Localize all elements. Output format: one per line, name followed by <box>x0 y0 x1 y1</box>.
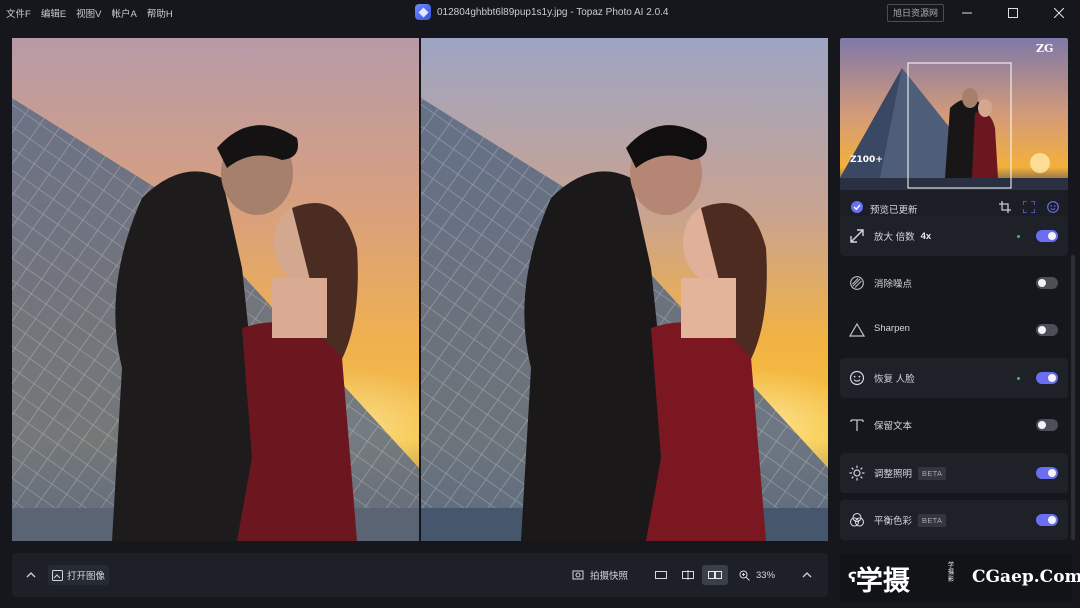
face-recovery-label: 恢复 人脸 <box>874 374 915 385</box>
preserve-text-label: 保留文本 <box>874 421 913 432</box>
crop-icon[interactable] <box>999 201 1011 213</box>
thumbnail-caption-text: Z100+ <box>850 155 883 165</box>
zoom-options-button[interactable] <box>802 565 812 585</box>
preserve-text-row[interactable]: 保留文本 <box>840 405 1068 445</box>
side-by-side-icon <box>708 571 722 579</box>
maximize-icon <box>1008 8 1018 18</box>
single-view-icon <box>655 571 667 579</box>
lighting-toggle[interactable] <box>1036 467 1058 479</box>
image-compare-viewer[interactable] <box>12 38 828 541</box>
thumbnail-image: ZG Z100+ <box>840 38 1068 190</box>
app-window: 文件F 编辑E 视图V 帐户A 帮助H 012804ghbbt6l89pup1s… <box>0 0 1080 608</box>
split-view-icon <box>682 570 694 580</box>
color-balance-label-text: 平衡色彩 <box>874 516 913 527</box>
single-view-button[interactable] <box>648 565 674 585</box>
close-icon <box>1054 8 1064 18</box>
window-title: 012804ghbbt6l89pup1s1y.jpg - Topaz Photo… <box>415 4 668 20</box>
close-button[interactable] <box>1046 0 1072 26</box>
snapshot-button[interactable]: 拍摄快照 <box>572 565 628 585</box>
topaz-logo-icon <box>415 4 431 20</box>
navigator-thumbnail[interactable]: ZG Z100+ <box>840 38 1068 190</box>
check-circle-icon <box>851 201 863 213</box>
split-view-button[interactable] <box>675 565 701 585</box>
denoise-label: 消除噪点 <box>874 279 913 290</box>
snapshot-label: 拍摄快照 <box>590 571 629 582</box>
face-recovery-toggle[interactable] <box>1036 372 1058 384</box>
watermark-logo-chars: 学摄 <box>855 566 910 597</box>
watermark-logo: ˁ学摄 学摄影 CGaep.Com <box>840 553 1080 601</box>
site-badge: 旭日资源网 <box>887 4 945 22</box>
preview-status-text: 预览已更新 <box>870 205 918 216</box>
color-balance-label: 平衡色彩 BETA <box>874 513 947 527</box>
sharpen-toggle[interactable] <box>1036 324 1058 336</box>
collapse-button[interactable] <box>22 565 40 585</box>
lighting-label: 调整照明 BETA <box>874 466 947 480</box>
compare-divider[interactable] <box>419 38 421 541</box>
active-dot <box>1017 377 1020 380</box>
sharpen-row[interactable]: Sharpen <box>840 310 1068 350</box>
open-image-label: 打开图像 <box>67 571 106 582</box>
menu-file[interactable]: 文件F <box>6 6 31 20</box>
upscale-factor: 4x <box>920 230 932 242</box>
sharpen-label: Sharpen <box>874 323 910 334</box>
zoom-icon <box>739 570 750 581</box>
lighting-label-text: 调整照明 <box>874 469 913 480</box>
menu-help[interactable]: 帮助H <box>147 6 173 20</box>
image-icon <box>52 569 63 581</box>
upscale-label: 放大 倍数 4x <box>874 229 932 244</box>
menu-view[interactable]: 视图V <box>76 6 101 20</box>
face-recovery-row[interactable]: 恢复 人脸 <box>840 358 1068 398</box>
minimize-icon <box>962 12 972 14</box>
fullscreen-icon[interactable] <box>1023 201 1035 213</box>
open-image-button[interactable]: 打开图像 <box>48 565 110 585</box>
watermark-logo-text: ˁ学摄 <box>848 566 910 597</box>
upscale-row[interactable]: 放大 倍数 4x <box>840 216 1068 256</box>
resize-arrow-icon <box>850 229 864 243</box>
color-balance-row[interactable]: 平衡色彩 BETA <box>840 500 1068 540</box>
bottom-toolbar: 打开图像 拍摄快照 33% <box>12 553 828 597</box>
maximize-button[interactable] <box>1000 0 1026 26</box>
sun-icon <box>849 465 865 481</box>
denoise-toggle[interactable] <box>1036 277 1058 289</box>
watermark-small-text: 学摄影 <box>948 563 955 583</box>
watermark-site-text: CGaep.Com <box>972 567 1080 587</box>
noise-icon <box>850 276 864 290</box>
menu-bar: 文件F 编辑E 视图V 帐户A 帮助H <box>0 6 173 20</box>
camera-snapshot-icon <box>572 570 584 580</box>
zoom-value: 33% <box>756 569 776 581</box>
upscale-toggle[interactable] <box>1036 230 1058 242</box>
settings-panel: ZG Z100+ 预览已更新 放大 倍数 4x 消除噪点 Sharpen 恢复 … <box>840 38 1068 542</box>
denoise-row[interactable]: 消除噪点 <box>840 263 1068 303</box>
thumbnail-logo-text: ZG <box>1036 42 1053 55</box>
zoom-control[interactable]: 33% <box>739 565 775 585</box>
color-balance-icon <box>849 512 865 527</box>
menu-edit[interactable]: 编辑E <box>41 6 66 20</box>
chevron-up-icon <box>26 572 36 578</box>
face-detect-icon[interactable] <box>1047 201 1059 213</box>
face-icon <box>849 370 865 386</box>
chevron-up-icon <box>802 572 812 578</box>
triangle-icon <box>849 322 865 337</box>
text-icon <box>850 419 864 431</box>
minimize-button[interactable] <box>954 0 980 26</box>
lighting-row[interactable]: 调整照明 BETA <box>840 453 1068 493</box>
window-title-text: 012804ghbbt6l89pup1s1y.jpg - Topaz Photo… <box>437 6 669 18</box>
side-by-side-view-button[interactable] <box>702 565 728 585</box>
active-dot <box>1017 235 1020 238</box>
panel-scrollbar[interactable] <box>1071 255 1075 540</box>
original-photo <box>12 38 462 541</box>
upscale-label-text: 放大 倍数 <box>874 232 915 243</box>
preserve-text-toggle[interactable] <box>1036 419 1058 431</box>
beta-badge: BETA <box>918 466 947 480</box>
beta-badge: BETA <box>918 513 947 527</box>
color-balance-toggle[interactable] <box>1036 514 1058 526</box>
menu-account[interactable]: 帐户A <box>112 6 137 20</box>
title-bar: 文件F 编辑E 视图V 帐户A 帮助H 012804ghbbt6l89pup1s… <box>0 0 1080 26</box>
enhanced-photo <box>421 38 828 541</box>
